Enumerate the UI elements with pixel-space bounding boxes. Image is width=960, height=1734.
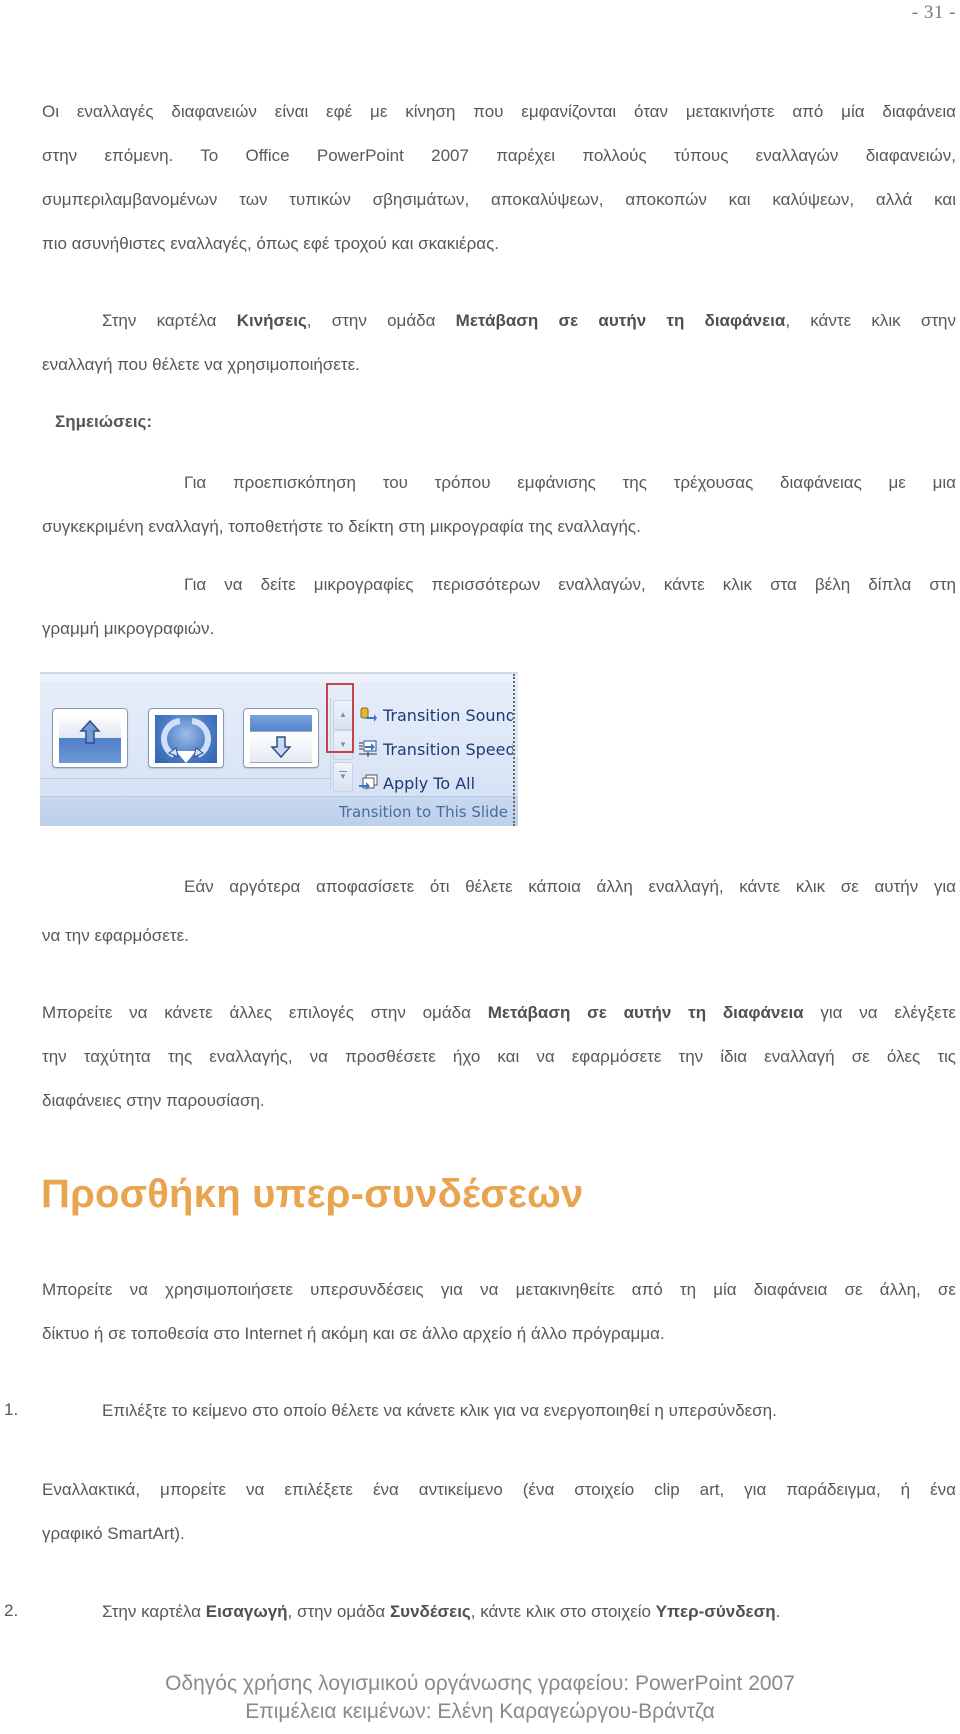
intro-line-3: συμπεριλαμβανομένων των τυπικών σβησιμάτ… <box>42 190 956 209</box>
transition-thumbnail-wheel[interactable] <box>148 708 224 768</box>
transition-thumbnail-push-up[interactable] <box>52 708 128 768</box>
scroll-arrows-highlight <box>326 683 354 753</box>
circular-arrows-icon <box>161 718 211 763</box>
group-name-transition: Μετάβαση σε αυτήν τη διαφάνεια <box>455 311 786 330</box>
notes-label: Σημειώσεις: <box>55 412 153 431</box>
note-2-line-1: Για να δείτε μικρογραφίες περισσότερων ε… <box>184 575 956 594</box>
instruction-line-1: Στην καρτέλα Κινήσεις, στην ομάδα Μετάβα… <box>102 311 957 330</box>
group-separator <box>513 674 515 826</box>
alternative-line-1: Εναλλακτικά, μπορείτε να επιλέξετε ένα α… <box>42 1480 956 1499</box>
apply-all-icon <box>358 774 378 792</box>
options-line-3: διαφάνειες στην παρουσίαση. <box>42 1091 265 1110</box>
transition-speed-command[interactable]: Transition Speed <box>358 740 513 759</box>
page-number: - 31 - <box>911 2 956 23</box>
footer-line-2: Επιμέλεια κειμένων: Ελένη Καραγεώργου-Βρ… <box>245 1700 715 1723</box>
group-name-transition: Μετάβαση σε αυτήν τη διαφάνεια <box>487 1003 804 1022</box>
section-heading: Προσθήκη υπερ-συνδέσεων <box>41 1172 584 1216</box>
note-1-line-2: συγκεκριμένη εναλλαγή, τοποθετήστε το δε… <box>42 517 641 536</box>
intro-line-2: στην επόμενη. Το Office PowerPoint 2007 … <box>42 146 956 165</box>
command-name-hyperlink: Υπερ-σύνδεση <box>655 1602 776 1621</box>
note-2-line-2: γραμμή μικρογραφιών. <box>42 619 215 638</box>
alternative-line-2: γραφικό SmartArt). <box>42 1524 185 1543</box>
footer-line-1: Οδηγός χρήσης λογισμικού οργάνωσης γραφε… <box>165 1672 795 1695</box>
ribbon-screenshot: ▲ ▼ ▼ Transition Sound Transition Speed … <box>40 672 518 826</box>
transition-gallery <box>40 696 330 779</box>
transition-sound-command[interactable]: Transition Sound <box>358 706 513 725</box>
ribbon-group-label: Transition to This Slide <box>40 796 518 826</box>
intro-line-1: Οι εναλλαγές διαφανειών είναι εφέ με κίν… <box>42 102 956 121</box>
apply-to-all-command[interactable]: Apply To All <box>358 774 518 793</box>
gallery-more-button[interactable]: ▼ <box>333 762 353 792</box>
options-line-1: Μπορείτε να κάνετε άλλες επιλογές στην ο… <box>42 1003 956 1022</box>
sound-icon <box>358 706 378 724</box>
arrow-down-icon <box>270 736 292 759</box>
section-intro-line-1: Μπορείτε να χρησιμοποιήσετε υπερσυνδέσει… <box>42 1280 956 1299</box>
tab-name-animations: Κινήσεις <box>236 311 307 330</box>
step-2-text: Στην καρτέλα Εισαγωγή, στην ομάδα Συνδέσ… <box>102 1602 781 1621</box>
note-1-line-1: Για προεπισκόπηση του τρόπου εμφάνισης τ… <box>184 473 956 492</box>
transition-thumbnail-cover-down[interactable] <box>243 708 319 768</box>
section-intro-line-2: δίκτυο ή σε τοποθεσία στο Internet ή ακό… <box>42 1324 665 1343</box>
intro-line-4: πιο ασυνήθιστες εναλλαγές, όπως εφέ τροχ… <box>42 234 500 253</box>
step-2-number: 2. <box>4 1601 19 1620</box>
instruction-line-2: εναλλαγή που θέλετε να χρησιμοποιήσετε. <box>42 355 360 374</box>
group-name-links: Συνδέσεις <box>389 1602 471 1621</box>
later-line-1: Εάν αργότερα αποφασίσετε ότι θέλετε κάπο… <box>184 877 956 896</box>
options-line-2: την ταχύτητα της εναλλαγής, να προσθέσετ… <box>42 1047 956 1066</box>
later-line-2: να την εφαρμόσετε. <box>42 926 189 945</box>
step-1-number: 1. <box>4 1400 19 1419</box>
step-1-text: Επιλέξτε το κείμενο στο οποίο θέλετε να … <box>102 1401 777 1420</box>
speed-icon <box>358 740 378 758</box>
tab-name-insert: Εισαγωγή <box>205 1602 288 1621</box>
arrow-up-icon <box>79 719 101 744</box>
